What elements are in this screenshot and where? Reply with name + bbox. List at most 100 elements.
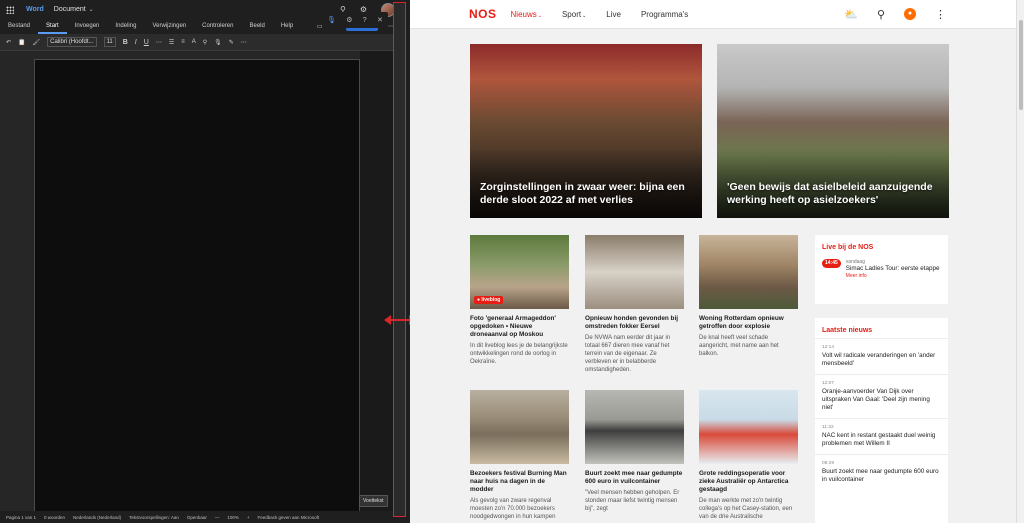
dictation-toolbar: 🎙 ⚙ ? ✕ xyxy=(322,12,388,28)
undo-icon[interactable]: ↶ xyxy=(6,39,11,46)
news-time: 12:07 xyxy=(822,381,835,386)
document-canvas xyxy=(0,51,397,519)
word-app-name[interactable]: Word xyxy=(26,6,44,13)
close-icon[interactable]: ✕ xyxy=(377,16,383,24)
nav-programmas[interactable]: Programma's xyxy=(641,10,688,19)
tab-beeld[interactable]: Beeld xyxy=(241,19,272,34)
page-count[interactable]: Pagina 1 van 1 xyxy=(6,515,36,520)
live-more-link[interactable]: Meer info xyxy=(846,273,940,279)
tab-indeling[interactable]: Indeling xyxy=(107,19,144,34)
font-name-select[interactable]: Calibri (Hoofdt... xyxy=(47,37,97,47)
nav-nieuws[interactable]: Nieuws⌄ xyxy=(511,10,542,19)
article-title: Bezoekers festival Burning Man naar huis… xyxy=(470,470,567,493)
document-title[interactable]: Document xyxy=(54,6,86,13)
language-status[interactable]: Nederlands (Nederland) xyxy=(73,515,121,520)
article-text: In dit liveblog lees je de belangrijkste… xyxy=(470,343,568,365)
format-painter-icon[interactable]: 🖌 xyxy=(33,39,41,46)
article-card[interactable]: Bezoekers festival Burning Man naar huis… xyxy=(470,390,569,521)
live-time-badge: 14:45 xyxy=(822,259,841,268)
article-image xyxy=(699,235,798,309)
more-formatting-icon[interactable]: ⋯ xyxy=(156,39,162,46)
list-item[interactable]: 11:32 NAC kent in restant gestaakt duel … xyxy=(815,418,948,454)
underline-icon[interactable]: U xyxy=(144,39,149,46)
list-item[interactable]: 09:29 Buurt zoekt mee naar gedumpte 600 … xyxy=(815,454,948,490)
ribbon-toolbar: ↶ 📋 🖌 Calibri (Hoofdt... 11 B I U ⋯ ☰ ≡ … xyxy=(0,34,397,51)
zoom-out-icon[interactable]: — xyxy=(215,515,220,520)
live-title: Simac Ladies Tour: eerste etappe xyxy=(845,265,940,272)
weather-icon[interactable]: ⛅ xyxy=(844,8,858,21)
article-card[interactable]: Opnieuw honden gevonden bij omstreden fo… xyxy=(585,235,684,374)
article-image xyxy=(699,390,798,464)
news-title: Volt wil radicale veranderingen en 'ande… xyxy=(822,352,936,367)
article-image: ● liveblog xyxy=(470,235,569,309)
chevron-down-icon[interactable]: ⌄ xyxy=(89,6,94,13)
footer-button[interactable]: Voettekst xyxy=(359,495,388,507)
sensitivity-status[interactable]: Openbaar xyxy=(187,515,207,520)
font-size-select[interactable]: 11 xyxy=(103,37,116,47)
document-page[interactable] xyxy=(34,59,360,519)
article-text: Als gevolg van zware regenval moesten zo… xyxy=(470,498,556,520)
news-time: 11:32 xyxy=(822,425,834,430)
bullets-icon[interactable]: ☰ xyxy=(169,39,174,46)
hero-article[interactable]: Zorginstellingen in zwaar weer: bijna ee… xyxy=(470,44,702,218)
search-icon[interactable]: ⚲ xyxy=(877,8,885,21)
more-toolbar-icon[interactable]: ⋯ xyxy=(241,39,247,46)
nav-sport-label: Sport xyxy=(561,9,582,19)
list-item[interactable]: 12:14 Volt wil radicale veranderingen en… xyxy=(815,338,948,374)
latest-heading[interactable]: Laatste nieuws xyxy=(815,318,948,338)
article-image xyxy=(585,390,684,464)
nav-live[interactable]: Live xyxy=(606,10,621,19)
article-title: Foto 'generaal Armageddon' opgedoken • N… xyxy=(470,315,556,338)
tab-help[interactable]: Help xyxy=(273,19,301,34)
article-card[interactable]: Buurt zoekt mee naar gedumpte 600 euro i… xyxy=(585,390,684,513)
more-icon[interactable]: ⋮ xyxy=(935,8,946,21)
nos-header: NOS Nieuws⌄ Sport⌄ Live Programma's ⛅ ⚲ … xyxy=(410,0,1024,29)
predictions-status[interactable]: Tekstvoorspellingen: Aan xyxy=(129,515,179,520)
tab-invoegen[interactable]: Invoegen xyxy=(67,19,108,34)
article-image xyxy=(470,390,569,464)
window-splitter[interactable] xyxy=(393,2,406,517)
microphone-icon[interactable]: 🎙 xyxy=(327,16,336,24)
scrollbar[interactable] xyxy=(1016,0,1024,523)
status-bar: Pagina 1 van 1 0 woorden Nederlands (Ned… xyxy=(0,511,397,523)
app-launcher-icon[interactable] xyxy=(6,5,14,14)
word-count[interactable]: 0 woorden xyxy=(44,515,65,520)
scrollbar-thumb[interactable] xyxy=(1019,20,1023,110)
article-text: "Veel mensen hebben geholpen. Er stonden… xyxy=(585,490,680,512)
zoom-level[interactable]: 100% xyxy=(227,515,239,520)
nav-nieuws-label: Nieuws xyxy=(510,9,537,19)
editor-icon[interactable]: ✎ xyxy=(229,39,234,46)
align-icon[interactable]: ≡ xyxy=(181,39,185,45)
news-title: NAC kent in restant gestaakt duel weinig… xyxy=(822,432,936,447)
main-nav: Nieuws⌄ Sport⌄ Live Programma's xyxy=(511,10,689,19)
article-text: De NVWA nam eerder dit jaar in totaal 66… xyxy=(585,335,671,373)
article-card[interactable]: Grote reddingsoperatie voor zieke Austra… xyxy=(699,390,798,521)
article-card[interactable]: Woning Rotterdam opnieuw getroffen door … xyxy=(699,235,798,358)
feedback-link[interactable]: Feedback geven aan Microsoft xyxy=(258,515,320,520)
tab-start[interactable]: Start xyxy=(38,19,67,34)
italic-icon[interactable]: I xyxy=(135,39,137,46)
tab-verwijzingen[interactable]: Verwijzingen xyxy=(144,19,194,34)
list-item[interactable]: 12:07 Oranje-aanvoerder Van Dijk over ui… xyxy=(815,374,948,418)
nos-logo[interactable]: NOS xyxy=(469,7,497,21)
article-title: Opnieuw honden gevonden bij omstreden fo… xyxy=(585,315,679,330)
bold-icon[interactable]: B xyxy=(123,39,128,46)
paste-icon[interactable]: 📋 xyxy=(18,39,25,46)
news-title: Buurt zoekt mee naar gedumpte 600 euro i… xyxy=(822,468,939,483)
live-item[interactable]: 14:45 vandaag Simac Ladies Tour: eerste … xyxy=(815,255,948,287)
find-icon[interactable]: ⚲ xyxy=(203,39,207,46)
article-card[interactable]: ● liveblog Foto 'generaal Armageddon' op… xyxy=(470,235,569,366)
help-icon[interactable]: ? xyxy=(363,17,367,24)
zoom-in-icon[interactable]: + xyxy=(247,515,250,520)
tab-controleren[interactable]: Controleren xyxy=(194,19,241,34)
news-time: 12:14 xyxy=(822,345,835,350)
dictate-icon[interactable]: 🎙 xyxy=(214,39,222,46)
nav-sport[interactable]: Sport⌄ xyxy=(562,10,586,19)
nos-page: NOS Nieuws⌄ Sport⌄ Live Programma's ⛅ ⚲ … xyxy=(410,0,1024,523)
tab-bestand[interactable]: Bestand xyxy=(8,19,38,34)
npo-icon[interactable]: ● xyxy=(904,8,916,20)
settings-icon[interactable]: ⚙ xyxy=(346,16,352,24)
styles-icon[interactable]: A xyxy=(192,39,196,45)
hero-article[interactable]: 'Geen bewijs dat asielbeleid aanzuigende… xyxy=(717,44,949,218)
live-heading[interactable]: Live bij de NOS xyxy=(815,235,948,255)
